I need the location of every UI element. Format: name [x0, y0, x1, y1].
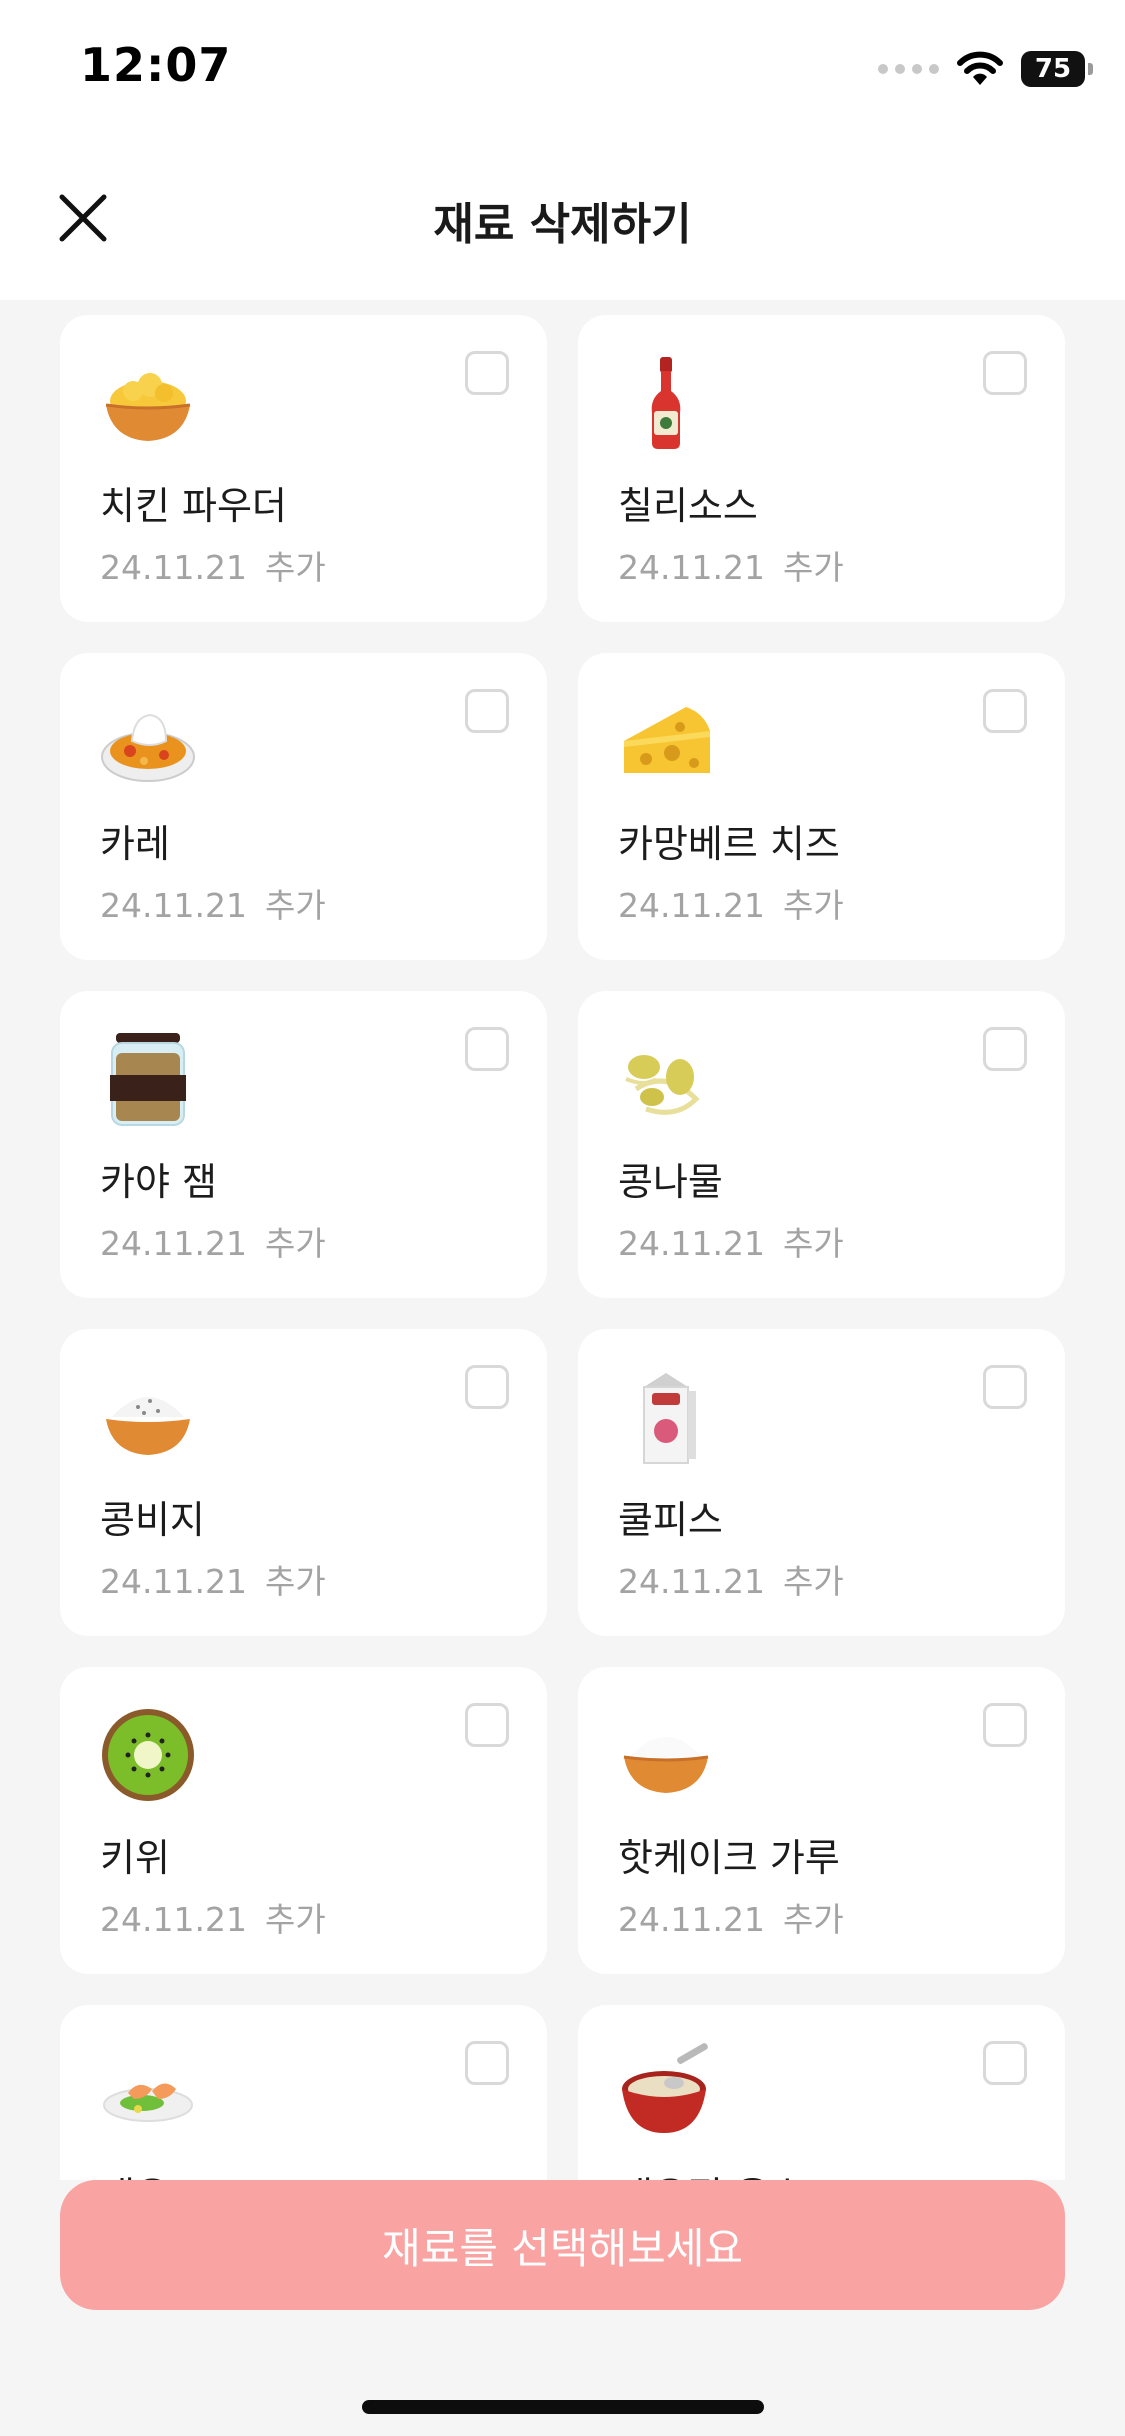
soup-bowl-icon — [616, 2043, 716, 2143]
ingredient-name: 쿨피스 — [618, 1498, 723, 1542]
bean-curd-bowl-icon — [98, 1367, 198, 1467]
added-label: 추가 — [782, 886, 844, 925]
battery-icon: 75 — [1021, 51, 1093, 87]
added-date: 24.11.21 — [100, 1224, 247, 1263]
ingredient-added-info: 24.11.21 추가 — [618, 879, 844, 927]
ingredient-added-info: 24.11.21 추가 — [100, 1555, 326, 1603]
ingredient-added-info: 24.11.21 추가 — [618, 1217, 844, 1265]
ingredient-checkbox[interactable] — [465, 351, 509, 395]
added-date: 24.11.21 — [618, 1224, 765, 1263]
ingredient-checkbox[interactable] — [983, 351, 1027, 395]
ingredient-added-info: 24.11.21 추가 — [618, 1893, 844, 1941]
added-label: 추가 — [782, 1224, 844, 1263]
cellular-signal-icon — [878, 64, 939, 74]
ingredient-name: 새우젓 육수 — [618, 2165, 805, 2180]
ingredient-name: 새우 — [100, 2165, 170, 2180]
ingredient-name: 핫케이크 가루 — [618, 1836, 840, 1880]
ingredient-list[interactable]: 치킨 파우더 24.11.21 추가 칠리소스 24.11.21 추가 카레 24.11.21… — [0, 300, 1125, 2180]
ingredient-checkbox[interactable] — [983, 1027, 1027, 1071]
ingredient-name: 카레 — [100, 822, 170, 866]
added-date: 24.11.21 — [100, 886, 247, 925]
ingredient-card[interactable]: 카레 24.11.21 추가 — [60, 653, 547, 960]
select-ingredient-button[interactable]: 재료를 선택해보세요 — [60, 2180, 1065, 2310]
ingredient-checkbox[interactable] — [465, 1703, 509, 1747]
flour-bowl-icon — [616, 1705, 716, 1805]
ingredient-card[interactable]: 치킨 파우더 24.11.21 추가 — [60, 315, 547, 622]
added-date: 24.11.21 — [618, 1562, 765, 1601]
bottom-area: 재료를 선택해보세요 — [0, 2180, 1125, 2436]
added-date: 24.11.21 — [100, 548, 247, 587]
ingredient-card[interactable]: 새우젓 육수24.11.21추가 — [578, 2005, 1065, 2180]
battery-level: 75 — [1034, 54, 1072, 84]
juice-carton-icon — [616, 1367, 716, 1467]
powder-bowl-icon — [98, 353, 198, 453]
ingredient-name: 치킨 파우더 — [100, 484, 287, 528]
added-label: 추가 — [782, 548, 844, 587]
ingredient-name: 콩나물 — [618, 1160, 723, 1204]
ingredient-checkbox[interactable] — [983, 2041, 1027, 2085]
added-date: 24.11.21 — [100, 1562, 247, 1601]
page-title: 재료 삭제하기 — [433, 199, 692, 250]
jam-jar-icon — [98, 1029, 198, 1129]
added-date: 24.11.21 — [618, 1900, 765, 1939]
added-date: 24.11.21 — [100, 1900, 247, 1939]
home-indicator — [362, 2400, 764, 2414]
ingredient-added-info: 24.11.21 추가 — [100, 879, 326, 927]
ingredient-card[interactable]: 핫케이크 가루 24.11.21 추가 — [578, 1667, 1065, 1974]
ingredient-added-info: 24.11.21 추가 — [100, 541, 326, 589]
status-icons: 75 — [878, 48, 1093, 90]
ingredient-checkbox[interactable] — [465, 1365, 509, 1409]
wifi-icon — [957, 51, 1003, 85]
added-date: 24.11.21 — [618, 548, 765, 587]
ingredient-added-info: 24.11.21 추가 — [100, 1217, 326, 1265]
added-label: 추가 — [782, 1562, 844, 1601]
status-bar: 12:07 75 — [0, 0, 1125, 140]
ingredient-card[interactable]: 콩비지 24.11.21 추가 — [60, 1329, 547, 1636]
curry-rice-icon — [98, 691, 198, 791]
shrimp-salad-icon — [98, 2043, 198, 2143]
ingredient-card[interactable]: 새우24.11.21추가 — [60, 2005, 547, 2180]
ingredient-card[interactable]: 쿨피스 24.11.21 추가 — [578, 1329, 1065, 1636]
ingredient-card[interactable]: 카야 잼 24.11.21 추가 — [60, 991, 547, 1298]
ingredient-card[interactable]: 카망베르 치즈 24.11.21 추가 — [578, 653, 1065, 960]
status-time: 12:07 — [80, 38, 232, 92]
ingredient-card[interactable]: 키위 24.11.21 추가 — [60, 1667, 547, 1974]
ingredient-checkbox[interactable] — [983, 1365, 1027, 1409]
ingredient-card[interactable]: 칠리소스 24.11.21 추가 — [578, 315, 1065, 622]
screen: 12:07 75 재료 삭제하기 치킨 파우더 24.11.21 추가 칠리소스… — [0, 0, 1125, 2436]
ingredient-grid: 치킨 파우더 24.11.21 추가 칠리소스 24.11.21 추가 카레 24.11.21… — [60, 315, 1065, 2180]
cheese-wedge-icon — [616, 691, 716, 791]
header: 재료 삭제하기 — [0, 140, 1125, 300]
added-date: 24.11.21 — [618, 886, 765, 925]
ingredient-name: 콩비지 — [100, 1498, 205, 1542]
ingredient-card[interactable]: 콩나물 24.11.21 추가 — [578, 991, 1065, 1298]
kiwi-icon — [98, 1705, 198, 1805]
ingredient-name: 칠리소스 — [618, 484, 758, 528]
ingredient-checkbox[interactable] — [983, 1703, 1027, 1747]
ingredient-name: 카야 잼 — [100, 1160, 217, 1204]
added-label: 추가 — [264, 1224, 326, 1263]
added-label: 추가 — [264, 1900, 326, 1939]
added-label: 추가 — [264, 1562, 326, 1601]
ingredient-added-info: 24.11.21 추가 — [618, 1555, 844, 1603]
hot-sauce-bottle-icon — [616, 353, 716, 453]
ingredient-checkbox[interactable] — [465, 1027, 509, 1071]
ingredient-added-info: 24.11.21 추가 — [100, 1893, 326, 1941]
added-label: 추가 — [264, 886, 326, 925]
added-label: 추가 — [782, 1900, 844, 1939]
ingredient-name: 키위 — [100, 1836, 170, 1880]
added-label: 추가 — [264, 548, 326, 587]
ingredient-checkbox[interactable] — [983, 689, 1027, 733]
ingredient-name: 카망베르 치즈 — [618, 822, 840, 866]
ingredient-checkbox[interactable] — [465, 689, 509, 733]
ingredient-checkbox[interactable] — [465, 2041, 509, 2085]
ingredient-added-info: 24.11.21 추가 — [618, 541, 844, 589]
bean-sprouts-icon — [616, 1029, 716, 1129]
